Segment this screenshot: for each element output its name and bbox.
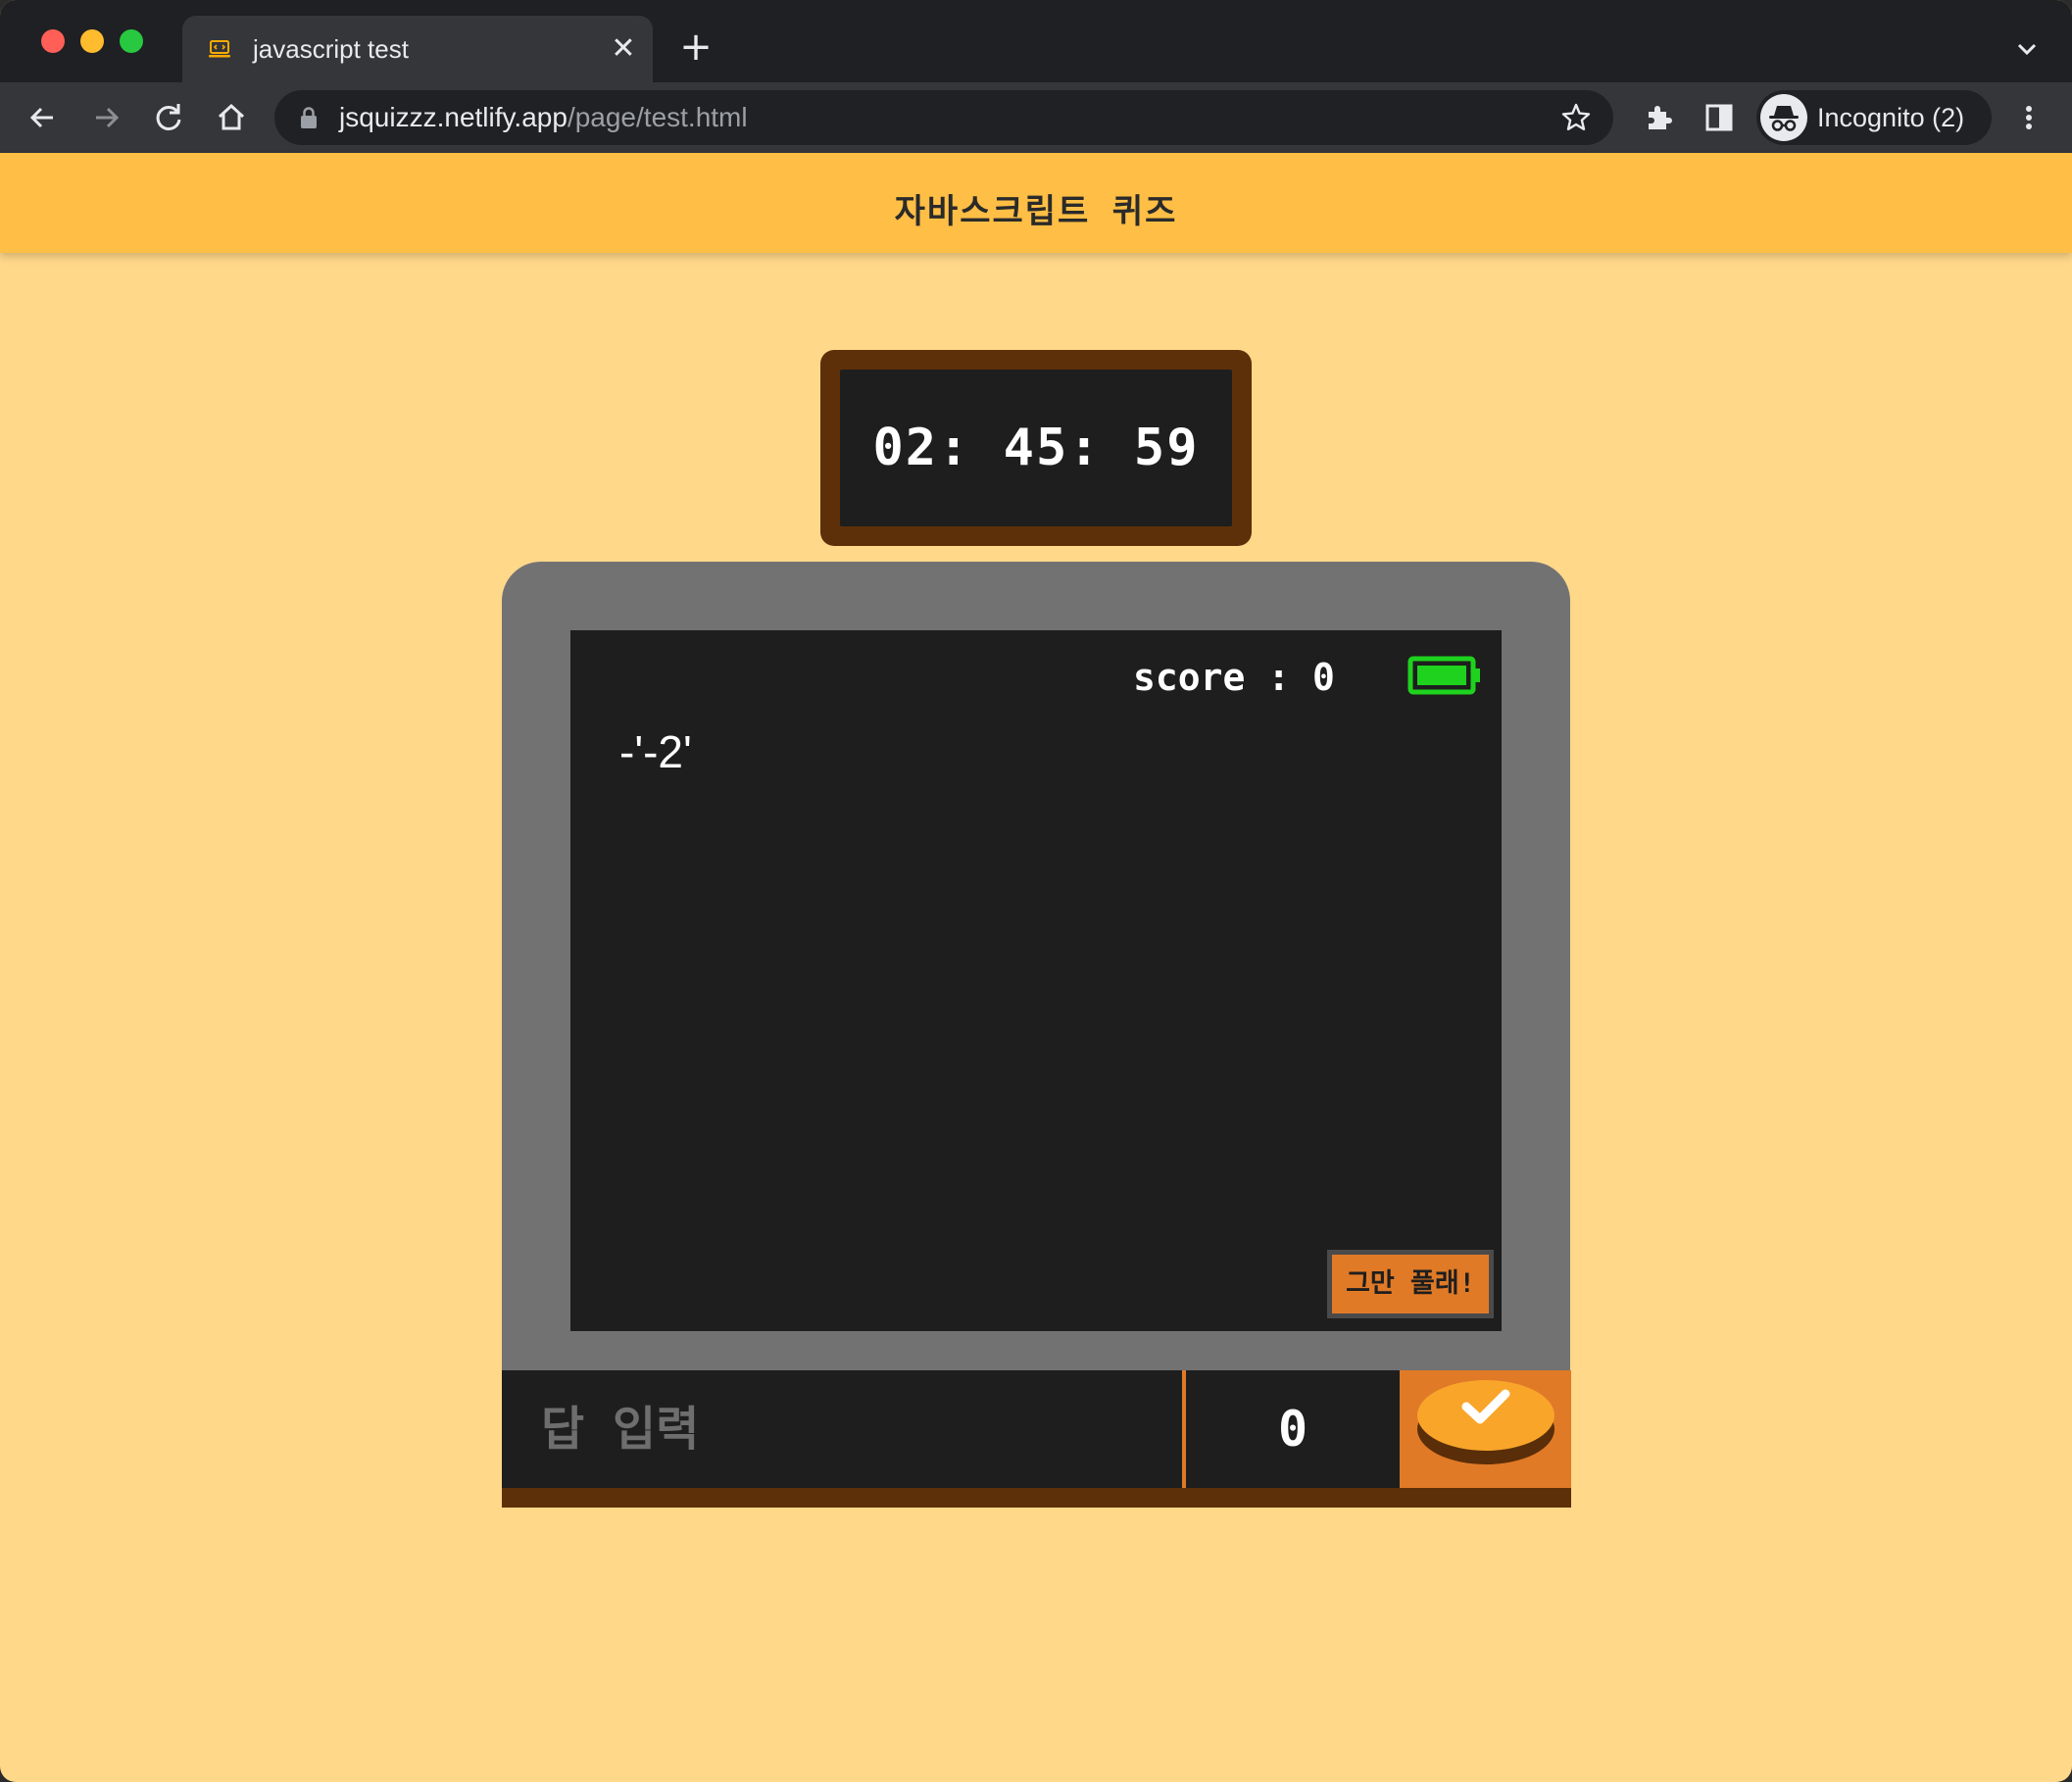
url-path: /page/test.html — [567, 102, 748, 132]
submit-button[interactable] — [1400, 1370, 1571, 1488]
tab-title: javascript test — [253, 34, 409, 64]
code-laptop-icon — [209, 40, 230, 58]
battery-icon — [1407, 656, 1480, 695]
kebab-menu-icon[interactable] — [2013, 102, 2045, 133]
answer-input[interactable] — [502, 1370, 1182, 1488]
attempt-counter: 0 — [1277, 1401, 1308, 1458]
tab-javascript-test[interactable]: javascript test ✕ — [182, 16, 653, 82]
incognito-icon — [1769, 106, 1799, 131]
score-display: score : 0 — [1133, 656, 1335, 699]
url-text[interactable]: jsquizzz.netlify.app/page/test.html — [339, 102, 748, 133]
back-arrow-icon[interactable] — [24, 98, 63, 137]
side-panel-icon[interactable] — [1700, 98, 1739, 137]
url-host: jsquizzz.netlify.app — [339, 102, 567, 132]
maximize-window-button[interactable] — [120, 29, 143, 53]
reload-icon[interactable] — [149, 98, 188, 137]
lock-icon[interactable] — [298, 106, 320, 129]
timer-display: 02: 45: 59 — [872, 419, 1200, 477]
minimize-window-button[interactable] — [80, 29, 104, 53]
battery-level — [1417, 666, 1466, 685]
page-title: 자바스크립트 퀴즈 — [894, 192, 1178, 231]
timer-screen: 02: 45: 59 — [840, 370, 1232, 526]
chevron-down-icon[interactable] — [2013, 35, 2041, 63]
tab-close-icon[interactable]: ✕ — [606, 31, 641, 67]
submit-push-button[interactable] — [1415, 1370, 1556, 1472]
page-header: 자바스크립트 퀴즈 — [0, 153, 2072, 253]
give-up-label: 그만 풀래! — [1346, 1268, 1475, 1299]
quiz-device: score : 0 -'-2' 그만 풀래! — [502, 562, 1570, 1371]
incognito-profile-button[interactable]: Incognito (2) — [1756, 90, 1992, 145]
home-icon[interactable] — [212, 98, 251, 137]
extensions-icon[interactable] — [1639, 98, 1678, 137]
answer-bar: 0 — [502, 1370, 1571, 1488]
quiz-screen: score : 0 -'-2' 그만 풀래! — [570, 630, 1502, 1331]
answer-bar-base — [502, 1488, 1571, 1508]
timer-frame: 02: 45: 59 — [820, 350, 1252, 546]
forward-arrow-icon[interactable] — [86, 98, 125, 137]
give-up-button[interactable]: 그만 풀래! — [1327, 1250, 1494, 1318]
question-text: -'-2' — [619, 726, 692, 777]
star-icon[interactable] — [1560, 102, 1592, 133]
address-bar[interactable]: jsquizzz.netlify.app/page/test.html — [274, 90, 1613, 145]
browser-window: javascript test ✕ + jsquizzz.netlify.app… — [0, 0, 2072, 1782]
profile-label: Incognito (2) — [1817, 103, 1965, 132]
close-window-button[interactable] — [41, 29, 65, 53]
new-tab-icon[interactable]: + — [676, 27, 715, 67]
browser-toolbar: jsquizzz.netlify.app/page/test.html Inco… — [0, 82, 2072, 153]
tab-strip: javascript test ✕ + — [0, 0, 2072, 82]
incognito-avatar — [1760, 94, 1807, 141]
